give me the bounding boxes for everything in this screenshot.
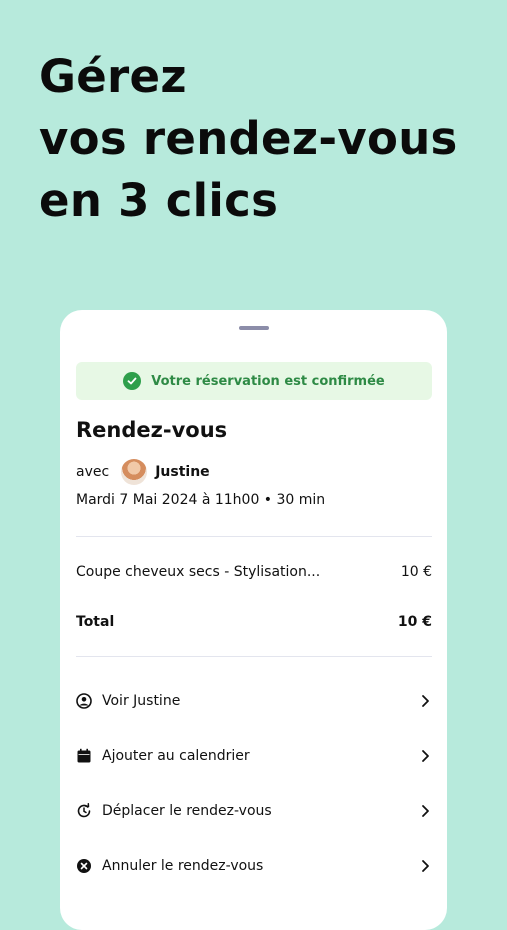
headline-line: Gérez (39, 50, 187, 103)
check-circle-icon (123, 372, 142, 390)
chevron-right-icon (418, 749, 432, 763)
appointment-title: Rendez-vous (76, 418, 228, 442)
confirmation-text: Votre réservation est confirmée (151, 373, 385, 389)
calendar-icon (76, 748, 92, 764)
user-circle-icon (76, 693, 92, 709)
view-provider-action[interactable]: Voir Justine (76, 686, 432, 716)
action-label: Voir Justine (102, 693, 181, 709)
total-label: Total (76, 614, 115, 630)
action-label: Ajouter au calendrier (102, 748, 250, 764)
service-price: 10 € (400, 564, 432, 580)
reschedule-action[interactable]: Déplacer le rendez-vous (76, 796, 432, 826)
action-label: Déplacer le rendez-vous (102, 803, 272, 819)
chevron-right-icon (418, 694, 432, 708)
drag-handle[interactable] (239, 326, 269, 330)
divider (76, 656, 432, 657)
avatar (121, 459, 148, 485)
confirmation-banner: Votre réservation est confirmée (76, 362, 432, 400)
chevron-right-icon (418, 804, 432, 818)
chevron-right-icon (418, 859, 432, 873)
divider (76, 536, 432, 537)
service-line: Coupe cheveux secs - Stylisation... 10 € (76, 564, 432, 580)
headline-line: en 3 clics (39, 174, 279, 227)
booking-card: Votre réservation est confirmée Rendez-v… (60, 310, 447, 930)
cancel-appointment-action[interactable]: Annuler le rendez-vous (76, 851, 432, 881)
headline: Gérez vos rendez-vous en 3 clics (39, 46, 458, 232)
add-to-calendar-action[interactable]: Ajouter au calendrier (76, 741, 432, 771)
service-label: Coupe cheveux secs - Stylisation... (76, 564, 321, 580)
action-label: Annuler le rendez-vous (102, 858, 264, 874)
provider-row: avec Justine (76, 458, 210, 486)
with-label: avec (76, 464, 110, 480)
appointment-datetime: Mardi 7 Mai 2024 à 11h00 • 30 min (76, 492, 326, 508)
provider-name: Justine (155, 464, 210, 480)
total-line: Total 10 € (76, 614, 432, 630)
reschedule-icon (76, 803, 92, 819)
total-value: 10 € (397, 614, 432, 630)
headline-line: vos rendez-vous (39, 112, 458, 165)
cancel-icon (76, 858, 92, 874)
